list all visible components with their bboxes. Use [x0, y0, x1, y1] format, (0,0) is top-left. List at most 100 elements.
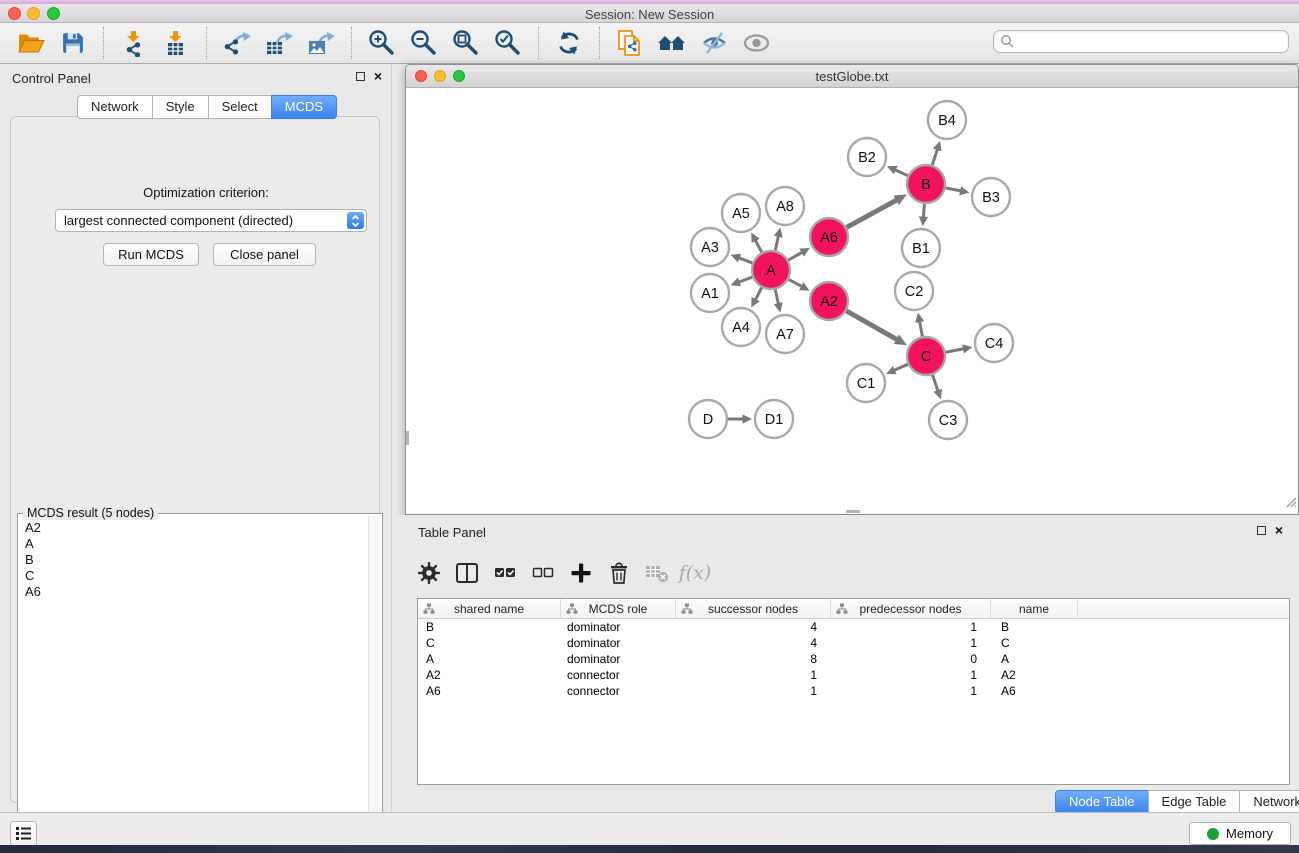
network-canvas[interactable]: B4B2BB3A8A5A6A3B1AC2A1A2A4A7C4CC1DD1C3	[406, 88, 1298, 514]
column-header-successor-nodes[interactable]: successor nodes	[676, 599, 831, 619]
tab-node-table[interactable]: Node Table	[1055, 790, 1149, 814]
add-row-icon[interactable]	[566, 558, 596, 588]
import-network-icon[interactable]	[117, 26, 151, 60]
close-panel-icon[interactable]: ×	[374, 71, 382, 81]
table-cell[interactable]: dominator	[561, 635, 676, 651]
float-table-panel-icon[interactable]	[1257, 526, 1266, 535]
table-row[interactable]: Adominator80A	[418, 651, 1289, 667]
table-cell[interactable]: 8	[676, 651, 831, 667]
zoom-selected-icon[interactable]	[491, 26, 525, 60]
table-cell[interactable]: 1	[831, 683, 991, 699]
left-edge-grip[interactable]	[406, 431, 409, 445]
result-list-item[interactable]: B	[20, 552, 370, 568]
edge-A-A6[interactable]	[788, 252, 803, 261]
memory-button[interactable]: Memory	[1189, 822, 1291, 845]
close-panel-button[interactable]: Close panel	[213, 243, 316, 266]
table-cell[interactable]: 1	[831, 667, 991, 683]
table-cell[interactable]: C	[418, 635, 561, 651]
zoom-fit-icon[interactable]	[449, 26, 483, 60]
bottom-edge-grip[interactable]	[846, 510, 860, 513]
result-list-item[interactable]: A2	[20, 520, 370, 536]
edge-C-C4[interactable]	[946, 349, 965, 353]
main-titlebar[interactable]: Session: New Session	[0, 4, 1299, 23]
edge-C-C1[interactable]	[893, 364, 908, 371]
result-scrollbar[interactable]	[368, 516, 380, 846]
tab-edge-table[interactable]: Edge Table	[1148, 790, 1241, 814]
table-cell[interactable]: A2	[418, 667, 561, 683]
tab-network[interactable]: Network	[77, 95, 153, 119]
zoom-in-icon[interactable]	[365, 26, 399, 60]
edge-A-A4[interactable]	[755, 288, 762, 301]
table-cell[interactable]: connector	[561, 667, 676, 683]
edge-A-A5[interactable]	[755, 239, 762, 252]
table-cell[interactable]: 0	[831, 651, 991, 667]
network-window-titlebar[interactable]: testGlobe.txt	[406, 65, 1298, 88]
edge-A6-B[interactable]	[847, 199, 898, 227]
network-graph[interactable]: B4B2BB3A8A5A6A3B1AC2A1A2A4A7C4CC1DD1C3	[406, 88, 1298, 514]
float-panel-icon[interactable]	[356, 72, 365, 81]
export-image-icon[interactable]	[304, 26, 338, 60]
result-list-item[interactable]: A	[20, 536, 370, 552]
export-network-icon[interactable]	[220, 26, 254, 60]
export-table-icon[interactable]	[262, 26, 296, 60]
optimization-select[interactable]: largest connected component (directed)	[55, 209, 367, 232]
search-input[interactable]	[993, 30, 1289, 53]
open-file-icon[interactable]	[14, 26, 48, 60]
table-cell[interactable]: A	[991, 651, 1078, 667]
table-cell[interactable]: B	[418, 619, 561, 635]
table-settings-icon[interactable]	[414, 558, 444, 588]
edge-A-A8[interactable]	[775, 235, 778, 251]
table-row[interactable]: Bdominator41B	[418, 619, 1289, 635]
table-cell[interactable]: 1	[676, 667, 831, 683]
home-views-icon[interactable]	[655, 26, 689, 60]
table-cell[interactable]: 4	[676, 619, 831, 635]
tab-select[interactable]: Select	[208, 95, 272, 119]
tab-style[interactable]: Style	[152, 95, 209, 119]
result-list-item[interactable]: A6	[20, 584, 370, 600]
table-row[interactable]: Cdominator41C	[418, 635, 1289, 651]
column-header-shared-name[interactable]: shared name	[418, 599, 561, 619]
column-panel-icon[interactable]	[452, 558, 482, 588]
table-cell[interactable]: dominator	[561, 619, 676, 635]
tab-mcds[interactable]: MCDS	[271, 95, 337, 119]
table-cell[interactable]: 1	[831, 635, 991, 651]
table-cell[interactable]: A2	[991, 667, 1078, 683]
edge-A2-C[interactable]	[846, 311, 898, 340]
table-cell[interactable]: A6	[418, 683, 561, 699]
edge-B-B4[interactable]	[932, 148, 938, 165]
table-cell[interactable]: 4	[676, 635, 831, 651]
table-cell[interactable]: 1	[831, 619, 991, 635]
hide-graphics-details-icon[interactable]	[697, 26, 731, 60]
save-session-icon[interactable]	[56, 26, 90, 60]
edge-A-A7[interactable]	[775, 290, 778, 306]
table-cell[interactable]: dominator	[561, 651, 676, 667]
select-stepper-icon[interactable]	[347, 212, 364, 229]
table-cell[interactable]: connector	[561, 683, 676, 699]
edge-C-C2[interactable]	[919, 320, 922, 336]
result-list-item[interactable]: C	[20, 568, 370, 584]
column-header-predecessor-nodes[interactable]: predecessor nodes	[831, 599, 991, 619]
delete-row-icon[interactable]	[604, 558, 634, 588]
close-table-panel-icon[interactable]: ×	[1275, 525, 1283, 535]
column-header-MCDS-role[interactable]: MCDS role	[561, 599, 676, 619]
table-row[interactable]: A6connector11A6	[418, 683, 1289, 699]
task-history-button[interactable]	[10, 821, 37, 846]
zoom-out-icon[interactable]	[407, 26, 441, 60]
edge-B-B2[interactable]	[894, 169, 908, 175]
resize-grip-icon[interactable]	[1284, 495, 1297, 513]
deselect-all-icon[interactable]	[528, 558, 558, 588]
edge-A-A2[interactable]	[789, 279, 803, 287]
edge-A-A1[interactable]	[738, 277, 753, 283]
table-cell[interactable]: B	[991, 619, 1078, 635]
tab-network-table[interactable]: Network Table	[1239, 790, 1299, 814]
import-table-icon[interactable]	[159, 26, 193, 60]
node-table[interactable]: shared nameMCDS rolesuccessor nodesprede…	[417, 598, 1290, 785]
edge-A-A3[interactable]	[738, 257, 753, 263]
run-mcds-button[interactable]: Run MCDS	[103, 243, 199, 266]
column-header-name[interactable]: name	[991, 599, 1078, 619]
table-row[interactable]: A2connector11A2	[418, 667, 1289, 683]
select-all-icon[interactable]	[490, 558, 520, 588]
table-cell[interactable]: 1	[676, 683, 831, 699]
table-cell[interactable]: A6	[991, 683, 1078, 699]
edge-B-B3[interactable]	[946, 188, 962, 191]
